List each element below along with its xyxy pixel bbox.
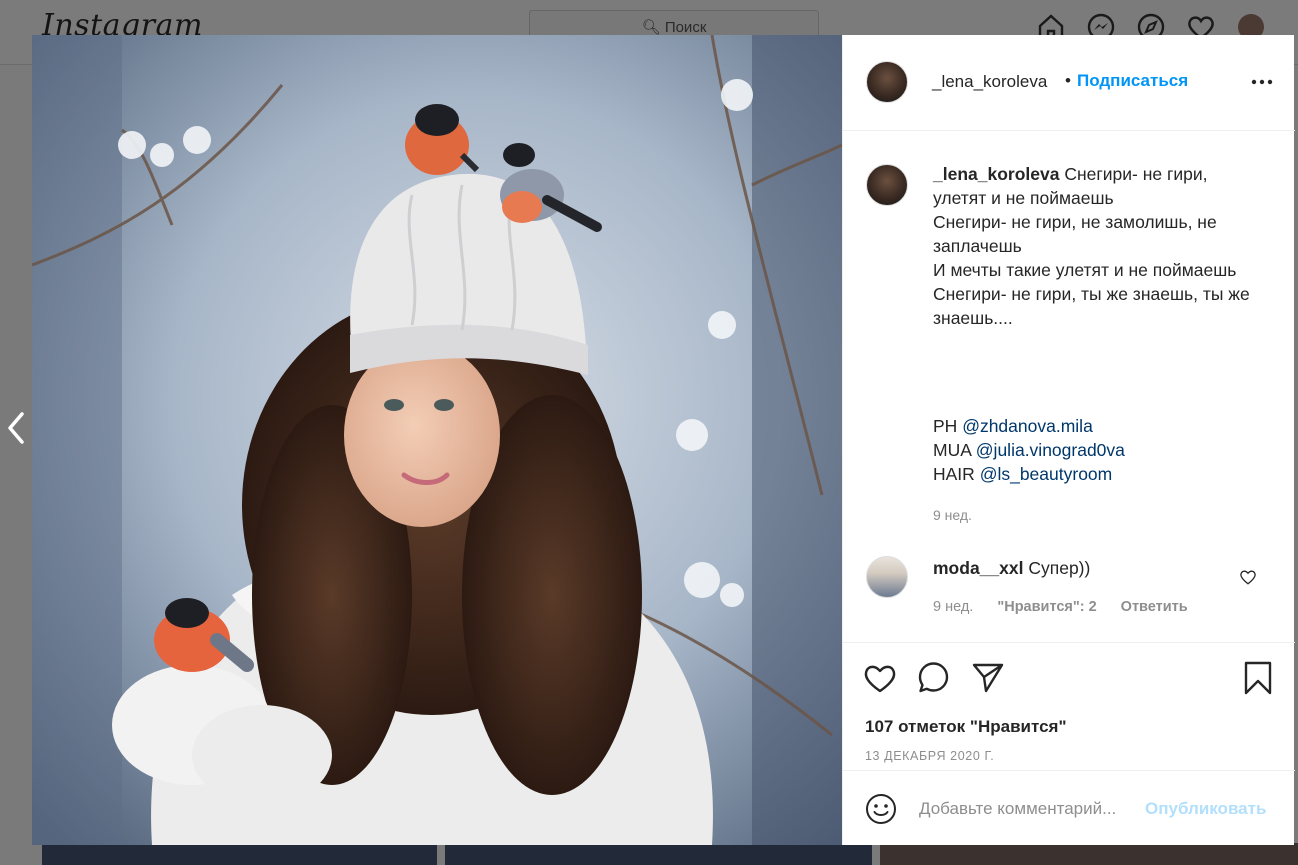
post-sidebar: _lena_koroleva • Подписаться _lena_korol… <box>842 35 1295 845</box>
grid-thumbnail <box>880 843 1298 865</box>
caption-credits: PH @zhdanova.mila MUA @julia.vinograd0va… <box>933 414 1125 486</box>
share-send-icon[interactable] <box>971 661 1005 695</box>
previous-post-arrow-icon[interactable] <box>4 408 30 448</box>
grid-thumbnail <box>42 843 437 865</box>
credit-hair: HAIR @ls_beautyroom <box>933 464 1113 484</box>
header-separator: • <box>1065 71 1071 90</box>
caption-text: Снегири- не гири, улетят и не поймаешь С… <box>933 164 1250 328</box>
comment-meta: 9 нед. "Нравится": 2 Ответить <box>933 599 1188 615</box>
post-photo[interactable] <box>32 35 842 845</box>
post-header: _lena_koroleva • Подписаться <box>843 35 1295 131</box>
post-date[interactable]: 13 ДЕКАБРЯ 2020 Г. <box>865 749 994 763</box>
comment-username[interactable]: moda__xxl <box>933 558 1023 578</box>
credit-ph: PH @zhdanova.mila <box>933 416 1093 436</box>
likes-count[interactable]: 107 отметок "Нравится" <box>865 717 1067 737</box>
add-comment-bar: Опубликовать <box>843 770 1295 845</box>
post-caption: _lena_koroleva Снегири- не гири, улетят … <box>933 162 1263 330</box>
caption-username[interactable]: _lena_koroleva <box>933 164 1059 184</box>
background-post-grid <box>42 843 1298 865</box>
comment-bubble-icon[interactable] <box>917 661 951 695</box>
save-bookmark-icon[interactable] <box>1241 661 1275 695</box>
credit-mua: MUA @julia.vinograd0va <box>933 440 1125 460</box>
search-icon: 🔍︎ <box>641 19 661 36</box>
more-options-icon[interactable] <box>1251 71 1273 93</box>
comment-likes[interactable]: "Нравится": 2 <box>997 599 1096 615</box>
publish-button[interactable]: Опубликовать <box>1145 799 1266 819</box>
caption-timestamp[interactable]: 9 нед. <box>933 507 972 523</box>
mention-link[interactable]: @zhdanova.mila <box>962 416 1093 436</box>
add-comment-input[interactable] <box>919 793 1145 825</box>
follow-button[interactable]: Подписаться <box>1077 71 1188 91</box>
comment-timestamp[interactable]: 9 нед. <box>933 599 973 615</box>
caption-author-avatar[interactable] <box>866 164 908 206</box>
post-modal: _lena_koroleva • Подписаться _lena_korol… <box>32 35 1295 845</box>
comment-avatar[interactable] <box>866 556 908 598</box>
comment-text: moda__xxl Супер)) <box>933 558 1091 578</box>
comments-list[interactable]: _lena_koroleva Снегири- не гири, улетят … <box>843 131 1295 642</box>
author-username[interactable]: _lena_koroleva <box>932 72 1047 92</box>
grid-thumbnail <box>445 843 872 865</box>
comment-like-heart-icon[interactable] <box>1239 568 1257 586</box>
reply-button[interactable]: Ответить <box>1121 599 1188 615</box>
like-heart-icon[interactable] <box>863 661 897 695</box>
post-actions: 107 отметок "Нравится" 13 ДЕКАБРЯ 2020 Г… <box>843 642 1295 770</box>
author-avatar[interactable] <box>866 61 908 103</box>
emoji-icon[interactable] <box>865 793 897 825</box>
mention-link[interactable]: @ls_beautyroom <box>980 464 1113 484</box>
mention-link[interactable]: @julia.vinograd0va <box>976 440 1125 460</box>
search-placeholder: Поиск <box>664 19 707 36</box>
